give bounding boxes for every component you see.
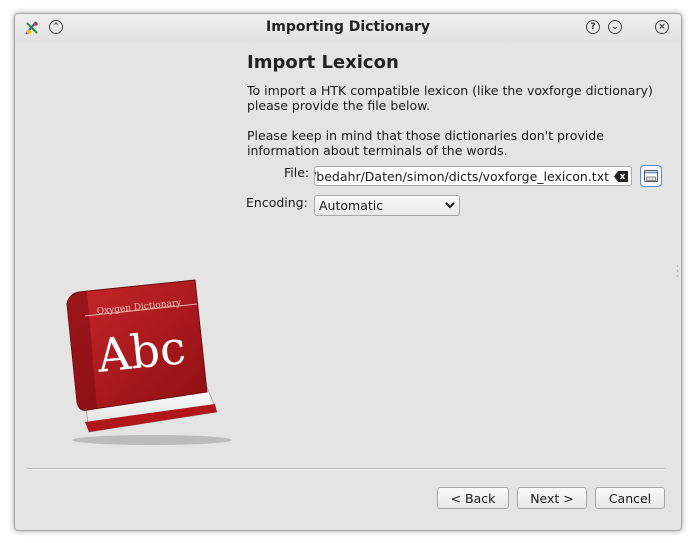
close-icon: ×	[658, 21, 666, 32]
encoding-select[interactable]: Automatic	[314, 195, 460, 216]
import-dictionary-window: ⌃ Importing Dictionary ? ⌄ × Import Lexi…	[14, 13, 682, 531]
book-cover-text: Abc	[94, 320, 189, 383]
close-button[interactable]: ×	[655, 20, 669, 34]
window-title: Importing Dictionary	[266, 19, 430, 35]
file-path-value: /bedahr/Daten/simon/dicts/voxforge_lexic…	[314, 169, 609, 184]
shade-icon: ⌄	[611, 21, 619, 32]
open-file-button[interactable]	[640, 165, 662, 187]
chevron-down-icon	[445, 202, 455, 209]
clear-text-icon[interactable]	[614, 171, 628, 182]
encoding-selected-value: Automatic	[319, 198, 384, 213]
page-title: Import Lexicon	[247, 52, 399, 73]
note-text: Please keep in mind that those dictionar…	[247, 128, 604, 158]
shade-button[interactable]: ⌄	[608, 20, 622, 34]
file-label: File:	[284, 165, 310, 180]
dictionary-book-icon: Oxygen Dictionary Abc	[66, 279, 232, 445]
open-file-icon	[644, 170, 658, 182]
titlebar[interactable]: ⌃ Importing Dictionary ? ⌄ ×	[15, 14, 681, 42]
encoding-label: Encoding:	[246, 195, 308, 210]
resize-grip-icon[interactable]	[676, 264, 679, 278]
cancel-button[interactable]: Cancel	[595, 487, 665, 509]
help-icon: ?	[590, 21, 596, 32]
next-button[interactable]: Next >	[517, 487, 587, 509]
file-path-input[interactable]: /bedahr/Daten/simon/dicts/voxforge_lexic…	[314, 166, 632, 186]
help-button[interactable]: ?	[586, 20, 600, 34]
back-button[interactable]: < Back	[437, 487, 509, 509]
button-separator	[27, 468, 665, 470]
intro-text: To import a HTK compatible lexicon (like…	[247, 83, 653, 113]
